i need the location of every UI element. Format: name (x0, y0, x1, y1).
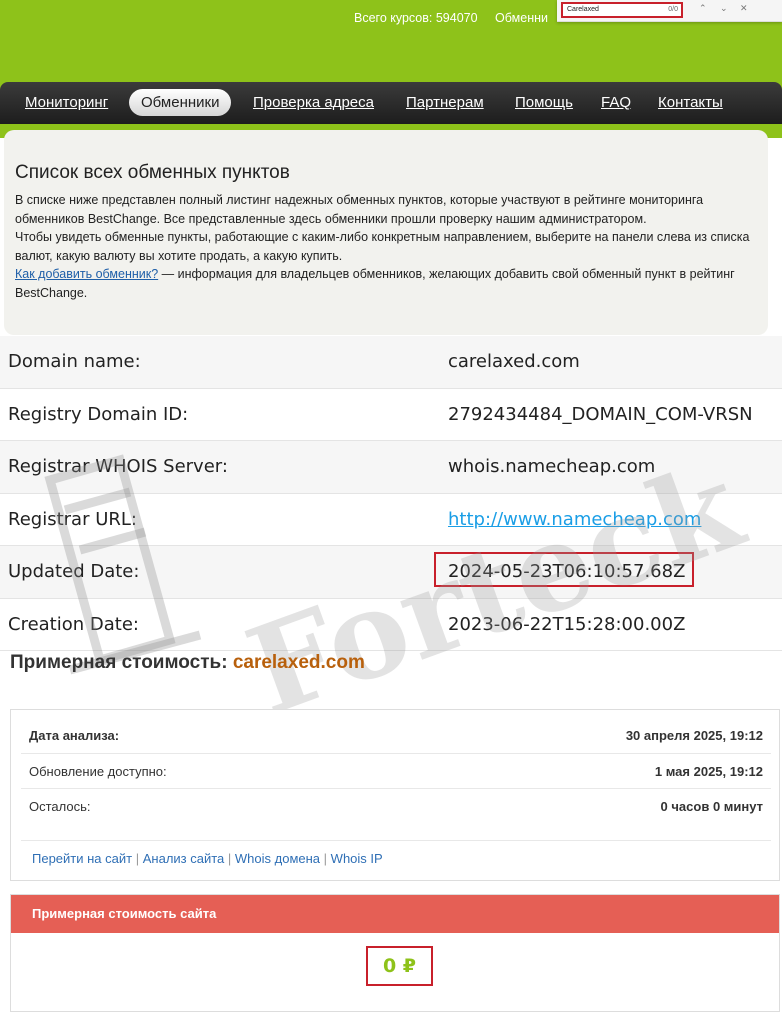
updated-date-highlight (434, 552, 694, 587)
find-close-icon[interactable]: ✕ (740, 4, 748, 14)
whois-key: Registrar URL: (8, 508, 137, 530)
whois-key: Updated Date: (8, 561, 140, 582)
add-exchanger-link[interactable]: Как добавить обменник? (15, 267, 158, 281)
whois-table: Domain name: carelaxed.com Registry Doma… (0, 336, 782, 651)
nav-partners[interactable]: Партнерам (406, 94, 484, 111)
price-box: Примерная стоимость сайта 0 ₽ (10, 894, 780, 1012)
whois-row: Domain name: carelaxed.com (0, 336, 782, 389)
find-prev-icon[interactable]: ⌃ (699, 4, 707, 14)
whois-value: carelaxed.com (448, 351, 580, 372)
update-label: Обновление доступно: (29, 764, 167, 779)
page-title: Список всех обменных пунктов (15, 162, 290, 183)
divider (21, 840, 771, 841)
analysis-value: 30 апреля 2025, 19:12 (625, 728, 763, 743)
nav-monitoring[interactable]: Мониторинг (25, 94, 108, 111)
go-to-site-link[interactable]: Перейти на сайт (32, 851, 132, 866)
nav-address-check[interactable]: Проверка адреса (253, 94, 374, 111)
estimate-domain: carelaxed.com (232, 652, 365, 673)
find-next-icon[interactable]: ⌄ (720, 4, 728, 14)
nav-faq[interactable]: FAQ (601, 94, 631, 111)
whois-value: 2023-06-22T15:28:00.00Z (448, 613, 686, 635)
remaining-label: Осталось: (29, 799, 91, 814)
whois-ip-link[interactable]: Whois IP (331, 851, 383, 866)
total-courses: Всего курсов: 594070 (354, 11, 478, 25)
estimate-title: Примерная стоимость: (10, 652, 228, 673)
price-header: Примерная стоимость сайта (11, 895, 779, 933)
whois-row: Registry Domain ID: 2792434484_DOMAIN_CO… (0, 389, 782, 441)
whois-domain-link[interactable]: Whois домена (235, 851, 320, 866)
link-separator: | (135, 851, 140, 866)
remaining-value: 0 часов 0 минут (660, 799, 763, 814)
whois-key: Registrar WHOIS Server: (8, 456, 228, 477)
site-stats: Всего курсов: 594070 Обменни (354, 11, 562, 25)
card-links: Перейти на сайт | Анализ сайта | Whois д… (32, 851, 383, 866)
analysis-label: Дата анализа: (29, 728, 120, 743)
price-value: 0 ₽ (366, 946, 433, 986)
whois-key: Creation Date: (8, 613, 139, 635)
divider (21, 753, 771, 754)
find-bar: Carelaxed 0/0 ⌃ ⌄ ✕ (557, 0, 782, 22)
site-analysis-link[interactable]: Анализ сайта (143, 851, 225, 866)
whois-value: 2792434484_DOMAIN_COM-VRSN (448, 403, 753, 425)
nav-help[interactable]: Помощь (515, 94, 573, 111)
find-input[interactable]: Carelaxed 0/0 (561, 2, 683, 18)
panel-paragraph-1: В списке ниже представлен полный листинг… (15, 193, 704, 226)
link-separator: | (227, 851, 232, 866)
main-nav: Мониторинг Обменники Проверка адреса Пар… (0, 82, 782, 124)
whois-key: Registry Domain ID: (8, 403, 189, 425)
panel-paragraph-2: Чтобы увидеть обменные пункты, работающи… (15, 230, 750, 263)
find-count: 0/0 (668, 6, 678, 13)
whois-row: Registrar URL: http://www.namecheap.com (0, 494, 782, 546)
nav-contacts[interactable]: Контакты (658, 94, 723, 111)
find-query: Carelaxed (567, 6, 599, 13)
whois-value: whois.namecheap.com (448, 456, 656, 477)
panel-paragraph-3: Как добавить обменник? — информация для … (15, 265, 760, 302)
whois-row: Creation Date: 2023-06-22T15:28:00.00Z (0, 599, 782, 651)
analysis-card: Дата анализа: 30 апреля 2025, 19:12 Обно… (10, 709, 780, 881)
estimate-heading: Примерная стоимость: carelaxed.com (10, 652, 365, 674)
update-value: 1 мая 2025, 19:12 (654, 764, 763, 779)
remaining-row: Осталось: 0 часов 0 минут (29, 799, 763, 814)
nav-exchangers[interactable]: Обменники (129, 89, 232, 116)
link-separator: | (323, 851, 328, 866)
divider (21, 788, 771, 789)
panel-description: В списке ниже представлен полный листинг… (15, 191, 760, 302)
whois-row: Registrar WHOIS Server: whois.namecheap.… (0, 441, 782, 494)
whois-key: Domain name: (8, 351, 141, 372)
analysis-row: Дата анализа: 30 апреля 2025, 19:12 (29, 728, 763, 743)
registrar-url-link[interactable]: http://www.namecheap.com (448, 509, 701, 530)
exchangers-count: Обменни (495, 11, 548, 25)
update-row: Обновление доступно: 1 мая 2025, 19:12 (29, 764, 763, 779)
